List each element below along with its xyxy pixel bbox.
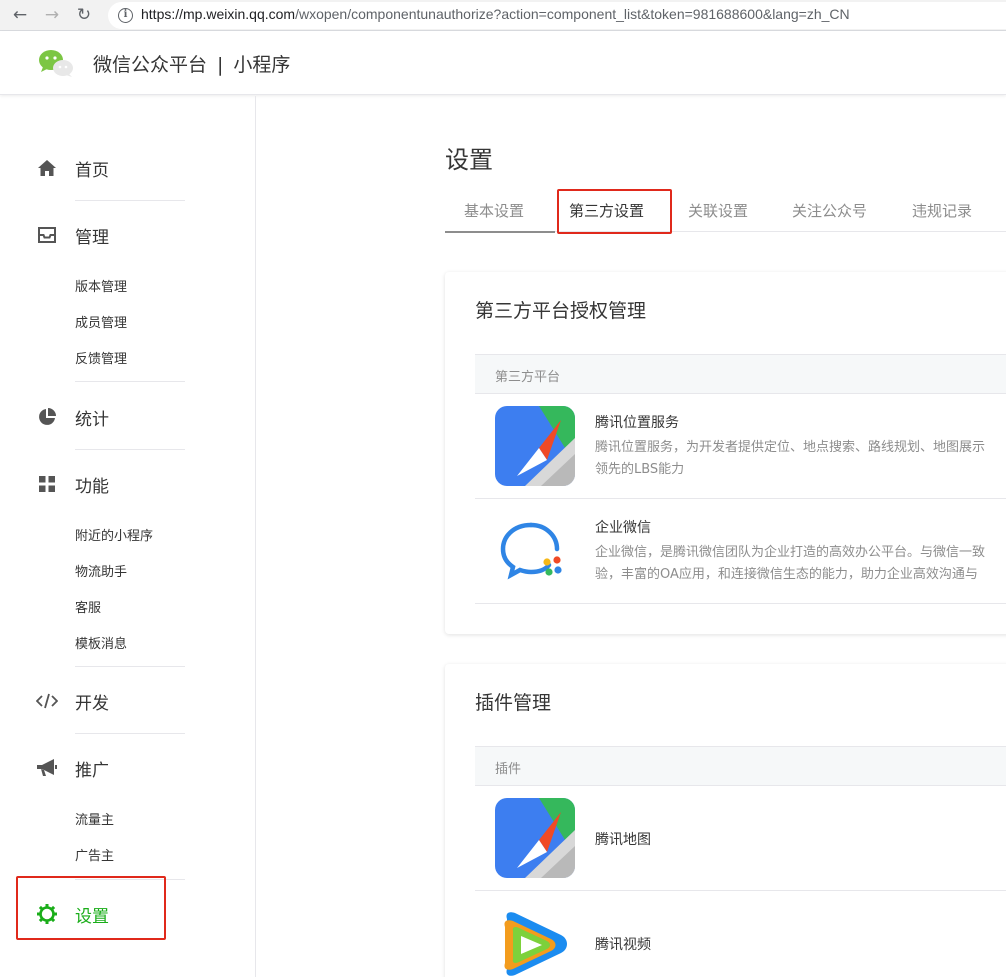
sidebar-subitem-feedback[interactable]: 反馈管理	[75, 348, 127, 367]
megaphone-icon	[36, 757, 58, 779]
browser-toolbar: ← → ↻ i https://mp.weixin.qq.com/wxopen/…	[0, 0, 1006, 31]
sidebar-item-label: 首页	[75, 160, 109, 181]
page-title: 设置	[445, 146, 493, 174]
row-name: 腾讯地图	[595, 832, 651, 848]
url-host: https://mp.weixin.qq.com	[141, 6, 296, 22]
tab-basic-settings[interactable]: 基本设置	[464, 200, 524, 221]
tab-association-settings[interactable]: 关联设置	[688, 200, 748, 221]
sidebar-item-manage[interactable]: 管理	[36, 223, 109, 248]
sidebar-item-label: 统计	[75, 409, 109, 430]
sidebar-subitem-nearby[interactable]: 附近的小程序	[75, 525, 153, 544]
sidebar-item-home[interactable]: 首页	[36, 156, 109, 181]
divider	[75, 381, 185, 382]
row-description: 验，丰富的OA应用，和连接微信生态的能力，助力企业高效沟通与	[595, 567, 978, 582]
column-header: 插件	[495, 762, 522, 777]
table-header: 第三方平台	[475, 354, 1006, 394]
column-header: 第三方平台	[495, 370, 561, 385]
tab-follow-official-account[interactable]: 关注公众号	[792, 200, 867, 221]
wecom-icon	[495, 511, 575, 591]
sidebar-item-label: 管理	[75, 227, 109, 248]
tab-violation-records[interactable]: 违规记录	[912, 200, 972, 221]
sidebar-item-features[interactable]: 功能	[36, 472, 109, 497]
pie-chart-icon	[36, 406, 58, 428]
url-path: /wxopen/componentunauthorize?action=comp…	[295, 6, 850, 22]
sidebar-item-stats[interactable]: 统计	[36, 405, 109, 430]
section-title: 第三方平台授权管理	[475, 300, 647, 322]
table-row[interactable]: 腾讯视频	[475, 891, 1006, 977]
wechat-logo-icon[interactable]	[38, 48, 74, 78]
row-description: 腾讯位置服务，为开发者提供定位、地点搜索、路线规划、地图展示	[595, 440, 986, 455]
address-bar[interactable]: i https://mp.weixin.qq.com/wxopen/compon…	[108, 2, 1006, 29]
table-row[interactable]: 腾讯位置服务 腾讯位置服务，为开发者提供定位、地点搜索、路线规划、地图展示 领先…	[475, 394, 1006, 499]
table-row[interactable]: 腾讯地图	[475, 786, 1006, 891]
site-info-icon[interactable]: i	[118, 8, 133, 23]
highlight-box-settings	[16, 876, 166, 940]
product-name: 小程序	[233, 54, 291, 76]
row-description: 企业微信，是腾讯微信团队为企业打造的高效办公平台。与微信一致	[595, 545, 986, 560]
sidebar-item-label: 功能	[75, 476, 109, 497]
table-header: 插件	[475, 746, 1006, 786]
tencent-video-icon	[495, 905, 575, 977]
sidebar-item-label: 开发	[75, 693, 109, 714]
sidebar-item-promote[interactable]: 推广	[36, 756, 109, 781]
row-description: 领先的LBS能力	[595, 462, 685, 477]
code-icon	[36, 690, 58, 712]
brand-separator: |	[217, 54, 224, 76]
divider	[75, 449, 185, 450]
sidebar-subitem-members[interactable]: 成员管理	[75, 312, 127, 331]
inbox-icon	[36, 224, 58, 246]
sidebar-item-develop[interactable]: 开发	[36, 689, 109, 714]
sidebar-subitem-version[interactable]: 版本管理	[75, 276, 127, 295]
reload-icon[interactable]: ↻	[74, 5, 94, 25]
sidebar-subitem-logistics[interactable]: 物流助手	[75, 561, 127, 580]
plugin-card: 插件管理 插件 腾讯地图 腾讯视频	[445, 664, 1006, 977]
third-party-card: 第三方平台授权管理 第三方平台 腾讯位置服务 腾讯位置服务，为开发者提供定位、地…	[445, 272, 1006, 634]
grid-icon	[36, 473, 58, 495]
divider	[75, 666, 185, 667]
row-name: 企业微信	[595, 520, 651, 536]
divider	[75, 733, 185, 734]
table-row[interactable]: 企业微信 企业微信，是腾讯微信团队为企业打造的高效办公平台。与微信一致 验，丰富…	[475, 499, 1006, 604]
divider	[75, 200, 185, 201]
brand-title[interactable]: 微信公众平台 | 小程序	[93, 50, 290, 77]
tencent-location-icon	[495, 406, 575, 486]
sidebar-subitem-publisher[interactable]: 流量主	[75, 809, 114, 828]
top-header: 微信公众平台 | 小程序	[0, 31, 1006, 95]
brand-name: 微信公众平台	[93, 54, 208, 76]
forward-arrow-icon[interactable]: →	[42, 5, 62, 25]
highlight-box-third-party-tab	[557, 189, 672, 234]
tencent-map-icon	[495, 798, 575, 878]
url-text[interactable]: https://mp.weixin.qq.com/wxopen/componen…	[141, 6, 850, 22]
sidebar-item-label: 推广	[75, 760, 109, 781]
back-arrow-icon[interactable]: ←	[10, 5, 30, 25]
tab-underline	[445, 231, 555, 233]
section-title: 插件管理	[475, 692, 552, 714]
row-name: 腾讯位置服务	[595, 415, 679, 431]
sidebar-subitem-advertiser[interactable]: 广告主	[75, 845, 114, 864]
home-icon	[36, 157, 58, 179]
sidebar-subitem-customer-service[interactable]: 客服	[75, 597, 101, 616]
sidebar-subitem-template-message[interactable]: 模板消息	[75, 633, 127, 652]
row-name: 腾讯视频	[595, 937, 651, 953]
settings-tabs: 基本设置 第三方设置 关联设置 关注公众号 违规记录	[445, 190, 1006, 233]
